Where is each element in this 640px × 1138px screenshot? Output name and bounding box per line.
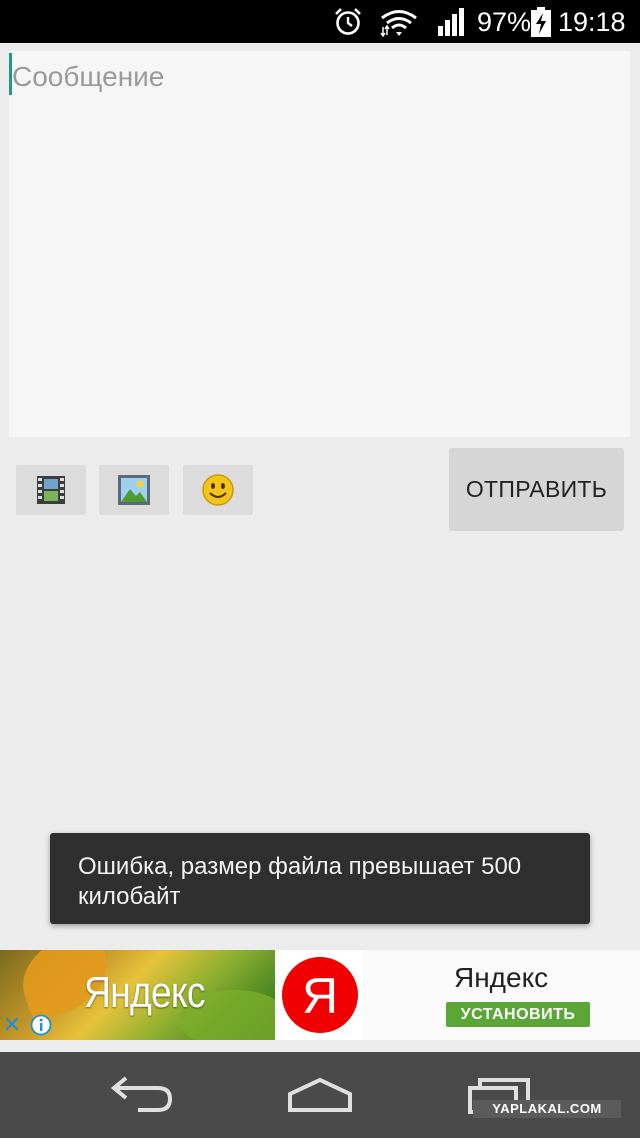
yandex-logo: Я bbox=[277, 950, 363, 1040]
back-icon[interactable] bbox=[108, 1072, 176, 1116]
ad-info-icon[interactable] bbox=[30, 1014, 52, 1036]
send-button[interactable]: ОТПРАВИТЬ bbox=[449, 448, 624, 531]
signal-icon bbox=[438, 8, 464, 36]
clock: 19:18 bbox=[558, 7, 626, 37]
status-bar: 97% 19:18 bbox=[0, 0, 640, 43]
message-input[interactable] bbox=[9, 51, 630, 437]
battery-charging-icon bbox=[531, 7, 551, 37]
error-toast: Ошибка, размер файла превышает 500 килоб… bbox=[50, 833, 590, 924]
attach-image-button[interactable] bbox=[99, 465, 169, 515]
ad-title: Яндекс bbox=[454, 962, 549, 993]
ad-banner[interactable]: Яндекс ✕ Я Яндекс УСТАНОВИТЬ bbox=[0, 950, 640, 1040]
attach-video-button[interactable] bbox=[16, 465, 86, 515]
alarm-icon bbox=[335, 8, 361, 35]
smiley-icon bbox=[202, 474, 234, 506]
install-button[interactable]: УСТАНОВИТЬ bbox=[446, 1002, 590, 1027]
navigation-bar bbox=[0, 1052, 640, 1138]
yandex-logo-letter: Я bbox=[302, 968, 338, 1024]
battery-percent: 97% bbox=[477, 7, 532, 37]
toast-message: Ошибка, размер файла превышает 500 килоб… bbox=[78, 853, 522, 910]
image-icon bbox=[118, 475, 150, 505]
watermark: YAPLAKAL.COM bbox=[473, 1100, 621, 1118]
emoji-button[interactable] bbox=[183, 465, 253, 515]
video-icon bbox=[37, 476, 65, 504]
text-cursor bbox=[9, 53, 12, 95]
wifi-icon bbox=[380, 10, 417, 37]
home-icon[interactable] bbox=[286, 1074, 354, 1114]
ad-close-icon[interactable]: ✕ bbox=[2, 1014, 22, 1036]
yandex-logo-icon: Я bbox=[282, 957, 358, 1033]
ad-image[interactable]: Яндекс ✕ bbox=[0, 950, 275, 1040]
ad-banner-text: Яндекс bbox=[84, 968, 206, 1017]
